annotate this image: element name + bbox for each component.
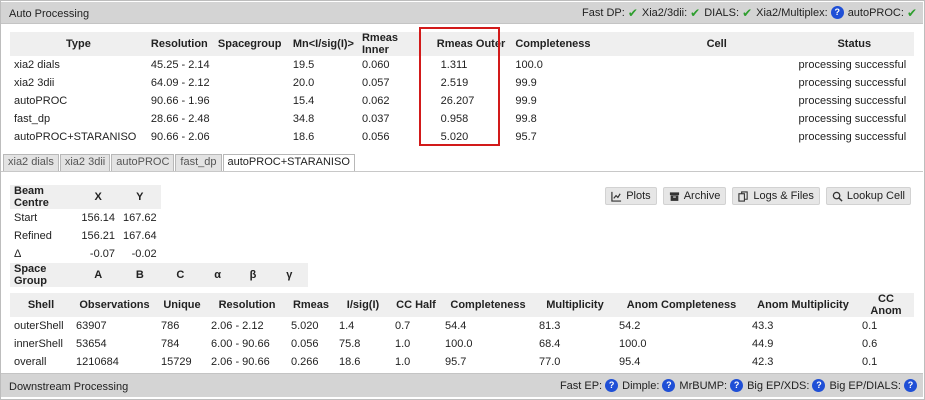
col-resolution[interactable]: Resolution xyxy=(146,32,214,56)
plots-button[interactable]: Plots xyxy=(605,187,657,205)
action-buttons: Plots Archive Logs & Files Lookup Cell xyxy=(605,187,911,205)
col-status[interactable]: Status xyxy=(794,32,914,56)
space-group-header-row: Space Group A B C α β γ xyxy=(10,263,308,287)
table-row[interactable]: autoPROC 90.66 - 1.96 15.4 0.062 26.207 99.9 p… xyxy=(10,92,914,110)
table-row: Refined 156.21 167.64 xyxy=(14,230,157,242)
beam-centre-table: Beam Centre X Y Start 156.14 167.62 Refine… xyxy=(10,185,308,287)
col-isigi: I/sig(I) xyxy=(335,293,391,317)
shell-statistics: Shell Observations Unique Resolution Rme… xyxy=(10,293,914,371)
auto-processing-title: Auto Processing xyxy=(9,8,90,20)
col-multiplicity: Multiplicity xyxy=(535,293,615,317)
col-type[interactable]: Type xyxy=(10,32,147,56)
col-rmeas-inner[interactable]: Rmeas Inner xyxy=(357,32,431,56)
col-rmeas-outer[interactable]: Rmeas Outer xyxy=(430,32,512,56)
tab-divider xyxy=(1,171,923,172)
col-unique: Unique xyxy=(157,293,207,317)
check-icon: ✔ xyxy=(690,5,701,20)
shell-header-row: Shell Observations Unique Resolution Rme… xyxy=(10,293,914,317)
processing-summary: Type Resolution Spacegroup Mn<I/sig(I)> … xyxy=(10,32,914,146)
search-icon xyxy=(832,191,843,202)
status-xia2-multiplex: Xia2/Multiplex:? xyxy=(756,6,844,19)
tab-autoproc-staraniso[interactable]: autoPROC+STARANISO xyxy=(222,154,355,172)
files-icon xyxy=(738,190,749,202)
col-resolution: Resolution xyxy=(207,293,287,317)
status-fast-ep: Fast EP:? xyxy=(560,379,619,392)
col-cc-anom: CC Anom xyxy=(858,293,914,317)
col-completeness[interactable]: Completeness xyxy=(511,32,639,56)
check-icon: ✔ xyxy=(742,5,753,20)
tab-xia2-3dii[interactable]: xia2 3dii xyxy=(59,154,111,171)
table-row: outerShell 63907 786 2.06 - 2.12 5.020 1.4 0.7… xyxy=(14,320,878,332)
tab-autoproc[interactable]: autoPROC xyxy=(111,154,175,171)
table-row[interactable]: autoPROC+STARANISO 90.66 - 2.06 18.6 0.056 5… xyxy=(10,128,914,146)
status-dials: DIALS: ✔ xyxy=(704,5,753,20)
table-row: Start 156.14 167.62 xyxy=(14,212,157,224)
beam-centre-panel: Beam Centre X Y Start 156.14 167.62 Refine… xyxy=(10,185,308,287)
beam-header-row: Beam Centre X Y xyxy=(10,185,308,209)
col-anom-completeness: Anom Completeness xyxy=(615,293,748,317)
pipeline-status-list: Fast DP: ✔ Xia2/3dii: ✔ DIALS: ✔ Xia2/Multi… xyxy=(582,6,917,19)
col-cell[interactable]: Cell xyxy=(638,32,795,56)
question-icon: ? xyxy=(730,379,744,392)
col-observations: Observations xyxy=(72,293,157,317)
status-fast-dp: Fast DP: ✔ xyxy=(582,5,638,20)
col-spacegroup[interactable]: Spacegroup xyxy=(213,32,289,56)
col-cc-half: CC Half xyxy=(391,293,441,317)
table-row[interactable]: xia2 3dii 64.09 - 2.12 20.0 0.057 2.519 99.9 p… xyxy=(10,74,914,92)
check-icon: ✔ xyxy=(627,5,638,20)
logs-files-button[interactable]: Logs & Files xyxy=(732,187,820,205)
question-icon: ? xyxy=(904,379,917,392)
status-dimple: Dimple:? xyxy=(622,379,676,392)
col-shell: Shell xyxy=(10,293,72,317)
question-icon: ? xyxy=(830,6,844,19)
col-rmeas: Rmeas xyxy=(287,293,335,317)
archive-button[interactable]: Archive xyxy=(662,187,727,205)
col-completeness: Completeness xyxy=(441,293,535,317)
downstream-status-list: Fast EP:? Dimple:? MrBUMP:? Big EP/XDS:?… xyxy=(560,379,917,392)
table-row: Δ -0.07 -0.02 xyxy=(14,248,157,260)
lookup-cell-button[interactable]: Lookup Cell xyxy=(825,187,911,205)
shell-table: Shell Observations Unique Resolution Rme… xyxy=(10,293,914,371)
downstream-processing-title: Downstream Processing xyxy=(9,381,129,393)
table-row[interactable]: xia2 dials 45.25 - 2.14 19.5 0.060 1.311 100.… xyxy=(10,56,914,74)
check-icon: ✔ xyxy=(906,5,917,20)
question-icon: ? xyxy=(605,379,619,392)
col-mn-isigi[interactable]: Mn<I/sig(I)> xyxy=(288,32,358,56)
status-autoproc: autoPROC: ✔ xyxy=(847,5,917,20)
summary-header-row: Type Resolution Spacegroup Mn<I/sig(I)> … xyxy=(10,32,914,56)
downstream-processing-header[interactable]: Downstream Processing Fast EP:? Dimple:?… xyxy=(1,373,923,397)
status-xia2-3dii: Xia2/3dii: ✔ xyxy=(641,5,701,20)
tab-xia2-dials[interactable]: xia2 dials xyxy=(3,154,59,171)
auto-processing-header[interactable]: Auto Processing Fast DP: ✔ Xia2/3dii: ✔ DI… xyxy=(1,2,923,24)
tab-fast-dp[interactable]: fast_dp xyxy=(175,154,222,171)
status-big-ep-dials: Big EP/DIALS:? xyxy=(829,379,917,392)
question-icon: ? xyxy=(662,379,676,392)
table-row: overall 1210684 15729 2.06 - 90.66 0.266 18.6… xyxy=(14,356,878,368)
status-big-ep-xds: Big EP/XDS:? xyxy=(747,379,826,392)
col-anom-multiplicity: Anom Multiplicity xyxy=(748,293,858,317)
summary-table: Type Resolution Spacegroup Mn<I/sig(I)> … xyxy=(10,32,914,146)
status-mrbump: MrBUMP:? xyxy=(679,379,744,392)
table-row[interactable]: fast_dp 28.66 - 2.48 34.8 0.037 0.958 99.8 pro… xyxy=(10,110,914,128)
chart-icon xyxy=(611,191,622,202)
question-icon: ? xyxy=(812,379,826,392)
table-row: innerShell 53654 784 6.00 - 90.66 0.056 75.8 1… xyxy=(14,338,878,350)
archive-icon xyxy=(669,191,679,201)
processing-tabs: xia2 dials xia2 3dii autoPROC fast_dp au… xyxy=(3,154,356,172)
